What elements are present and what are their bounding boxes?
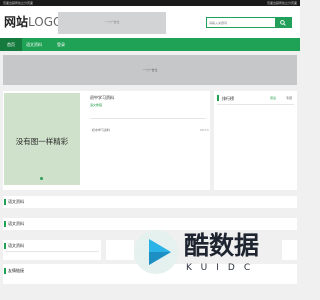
article-list-item[interactable]: · 初中学习资料	[90, 128, 110, 132]
section-marker	[4, 243, 6, 249]
featured-article-title[interactable]: 初中学习资料	[90, 95, 114, 101]
ranking-title: 排行榜	[222, 96, 234, 101]
banner-ad-label: 一个广告位	[142, 68, 158, 72]
ranking-tab-reading[interactable]: 阅读	[270, 96, 276, 100]
search-box	[206, 17, 292, 28]
banner-ad-slot[interactable]: 一个广告位	[3, 55, 297, 85]
search-button[interactable]	[275, 18, 291, 27]
search-icon	[280, 20, 286, 26]
nav-item-chinese-materials[interactable]: 语文资料	[23, 38, 45, 51]
friend-links-title: 友情链接	[8, 268, 24, 273]
section-header	[3, 218, 297, 230]
logo-main: 网站	[4, 15, 29, 29]
section-marker	[4, 268, 6, 274]
nav-item-login[interactable]: 登录	[50, 38, 72, 51]
header-ad-label: 一个广告位	[104, 20, 120, 24]
section-title[interactable]: 语文资料	[8, 243, 24, 249]
section-header	[106, 240, 134, 260]
section-marker	[4, 221, 6, 227]
section-header	[282, 240, 297, 260]
main-nav: 首页 语文资料 登录	[0, 38, 300, 51]
nav-item-home[interactable]: 首页	[0, 38, 22, 51]
section-header	[3, 196, 297, 208]
section-marker	[4, 199, 6, 205]
divider	[90, 118, 206, 119]
watermark-text: 酷数据	[184, 231, 260, 260]
ranking-panel	[214, 91, 297, 190]
divider	[5, 251, 99, 252]
section-title[interactable]: 语文资料	[8, 221, 24, 227]
article-list-date: 08-13	[200, 128, 209, 132]
search-input[interactable]	[209, 19, 273, 26]
ranking-tab-topic[interactable]: 专题	[286, 96, 292, 100]
section-title[interactable]: 语文资料	[8, 199, 24, 205]
featured-image-caption: 没有图一样精彩	[15, 137, 69, 146]
watermark-logo-icon	[134, 230, 178, 274]
play-icon	[149, 239, 171, 265]
section-marker	[217, 95, 219, 101]
featured-image-slider[interactable]: 没有图一样精彩	[4, 93, 80, 185]
watermark-latin-text: KUIDC	[186, 263, 260, 273]
header-ad-slot[interactable]: 一个广告位	[58, 12, 166, 34]
divider	[217, 104, 294, 105]
site-logo[interactable]: 网站LOGO	[4, 15, 62, 29]
featured-article-tag[interactable]: 语文教程	[90, 103, 102, 107]
slider-dot[interactable]	[40, 177, 43, 180]
header: 网站LOGO 一个广告位	[0, 6, 300, 38]
